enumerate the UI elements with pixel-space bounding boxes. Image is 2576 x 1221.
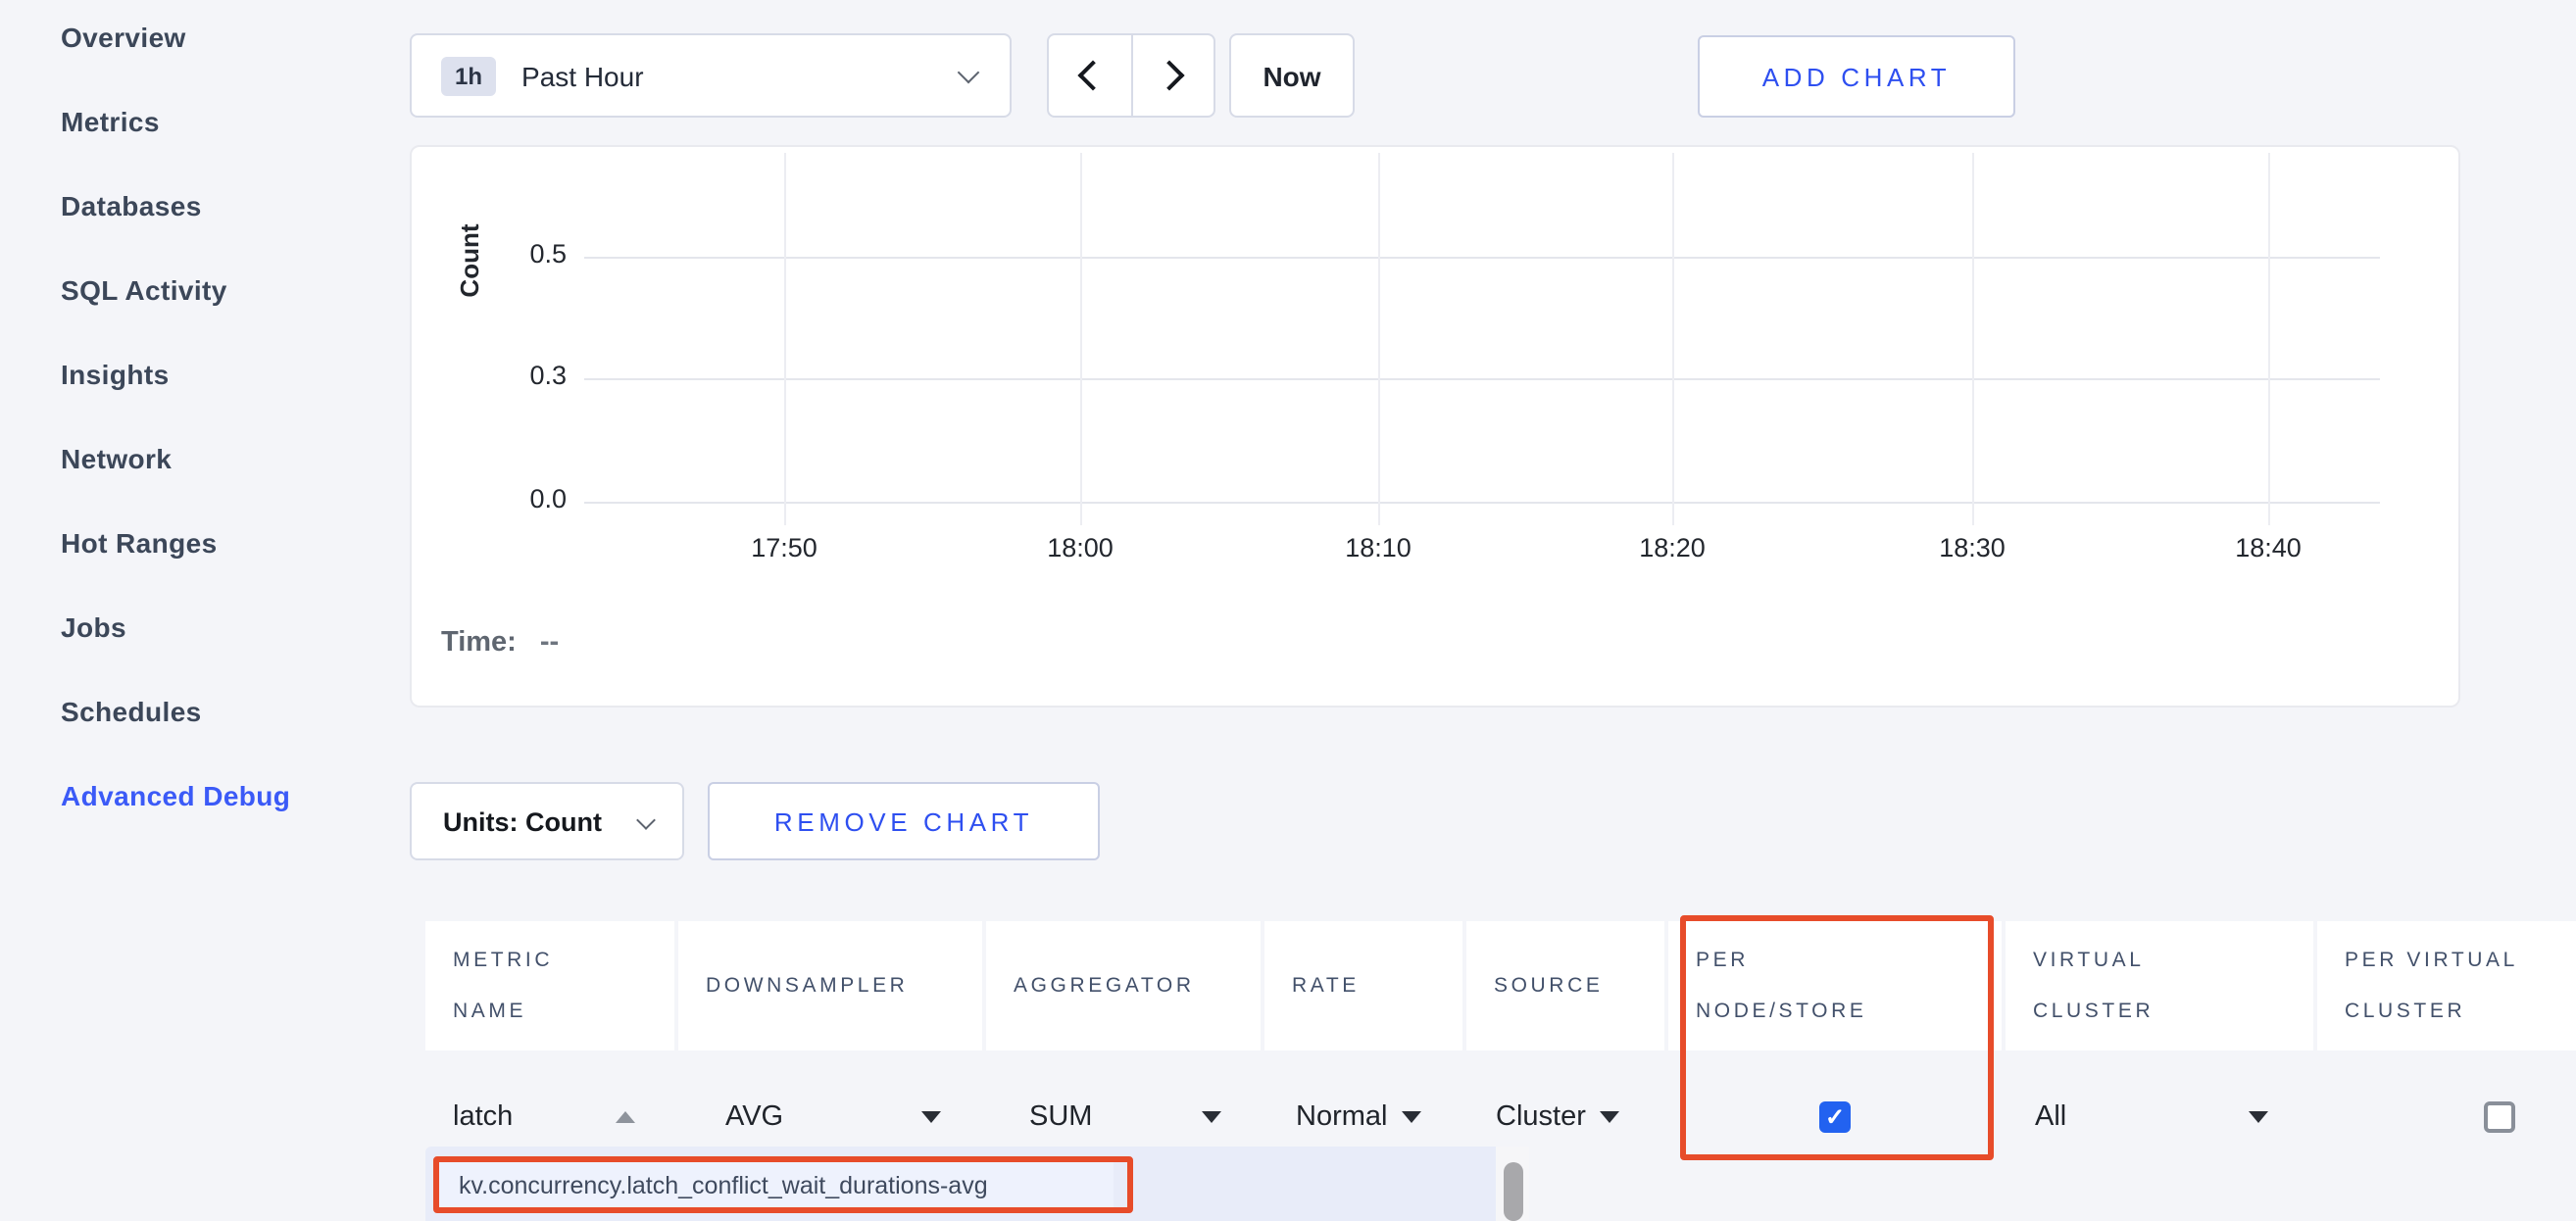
caret-up-icon bbox=[616, 1111, 635, 1123]
sidebar-nav: Overview Metrics Databases SQL Activity … bbox=[61, 0, 394, 837]
time-readout-label: Time: bbox=[441, 627, 517, 659]
sidebar-item-insights[interactable]: Insights bbox=[61, 331, 394, 415]
units-dropdown-label: Units: Count bbox=[443, 806, 602, 836]
remove-chart-button[interactable]: REMOVE CHART bbox=[708, 782, 1100, 860]
chart-card: Count 0.5 0.3 0.0 17:50 18:00 18:10 18:2… bbox=[410, 145, 2460, 708]
aggregator-cell: SUM bbox=[986, 1082, 1261, 1152]
chevron-down-icon bbox=[636, 810, 656, 830]
rate-select[interactable]: Normal bbox=[1296, 1101, 1387, 1133]
chevron-down-icon bbox=[958, 62, 980, 84]
caret-down-icon bbox=[2249, 1111, 2268, 1123]
time-readout-value: -- bbox=[540, 627, 559, 659]
gridline-horizontal bbox=[584, 378, 2380, 380]
caret-down-icon bbox=[1600, 1111, 1619, 1123]
x-tick-1810: 18:10 bbox=[1319, 533, 1437, 562]
sidebar-item-schedules[interactable]: Schedules bbox=[61, 668, 394, 753]
caret-down-icon bbox=[1401, 1111, 1420, 1123]
x-tick-1750: 17:50 bbox=[725, 533, 843, 562]
virtual-cluster-select[interactable]: All bbox=[2035, 1101, 2066, 1133]
column-header-virtual-cluster: VIRTUAL CLUSTER bbox=[2006, 921, 2313, 1050]
sidebar-item-sql-activity[interactable]: SQL Activity bbox=[61, 247, 394, 331]
downsampler-cell: AVG bbox=[678, 1082, 982, 1152]
y-tick-0-5: 0.5 bbox=[488, 239, 567, 269]
x-tick-1820: 18:20 bbox=[1613, 533, 1731, 562]
gridline-vertical bbox=[1672, 153, 1674, 525]
source-select[interactable]: Cluster bbox=[1496, 1101, 1586, 1133]
column-header-per-virtual-cluster: PER VIRTUAL CLUSTER bbox=[2317, 921, 2576, 1050]
column-header-downsampler: DOWNSAMPLER bbox=[678, 921, 982, 1050]
caret-down-icon bbox=[1202, 1111, 1221, 1123]
time-step-buttons bbox=[1047, 33, 1215, 118]
sidebar-item-advanced-debug[interactable]: Advanced Debug bbox=[61, 753, 394, 837]
sidebar-item-overview[interactable]: Overview bbox=[61, 0, 394, 78]
column-header-rate: RATE bbox=[1264, 921, 1462, 1050]
chevron-left-icon bbox=[1077, 60, 1108, 90]
next-time-button[interactable] bbox=[1130, 35, 1214, 116]
now-button[interactable]: Now bbox=[1229, 33, 1355, 118]
gridline-vertical bbox=[1378, 153, 1380, 525]
caret-down-icon bbox=[921, 1111, 941, 1123]
sidebar-item-metrics[interactable]: Metrics bbox=[61, 78, 394, 163]
rate-cell: Normal bbox=[1264, 1082, 1462, 1152]
downsampler-select[interactable]: AVG bbox=[725, 1101, 783, 1133]
gridline-vertical bbox=[1080, 153, 1082, 525]
sidebar-item-jobs[interactable]: Jobs bbox=[61, 584, 394, 668]
x-tick-1830: 18:30 bbox=[1913, 533, 2031, 562]
column-header-metric-name: METRIC NAME bbox=[425, 921, 674, 1050]
chevron-right-icon bbox=[1155, 60, 1185, 90]
x-tick-1840: 18:40 bbox=[2209, 533, 2327, 562]
gridline-horizontal bbox=[584, 257, 2380, 259]
per-virtual-cluster-cell bbox=[2317, 1082, 2576, 1152]
dropdown-scrollbar-thumb[interactable] bbox=[1504, 1162, 1523, 1221]
metric-table-header: METRIC NAME DOWNSAMPLER AGGREGATOR RATE … bbox=[425, 921, 2576, 1050]
time-range-badge: 1h bbox=[441, 56, 496, 95]
y-tick-0-3: 0.3 bbox=[488, 361, 567, 390]
per-virtual-cluster-checkbox[interactable] bbox=[2484, 1101, 2515, 1133]
x-tick-1800: 18:00 bbox=[1021, 533, 1139, 562]
add-chart-button[interactable]: ADD CHART bbox=[1698, 35, 2015, 118]
y-tick-0-0: 0.0 bbox=[488, 484, 567, 513]
column-header-aggregator: AGGREGATOR bbox=[986, 921, 1261, 1050]
column-header-source: SOURCE bbox=[1466, 921, 1664, 1050]
time-range-label: Past Hour bbox=[521, 60, 644, 91]
time-range-selector[interactable]: 1h Past Hour bbox=[410, 33, 1012, 118]
metric-name-cell: latch bbox=[425, 1082, 674, 1152]
units-dropdown[interactable]: Units: Count bbox=[410, 782, 684, 860]
virtual-cluster-cell: All bbox=[2006, 1082, 2313, 1152]
sidebar-item-hot-ranges[interactable]: Hot Ranges bbox=[61, 500, 394, 584]
metric-name-input[interactable]: latch bbox=[453, 1101, 513, 1133]
aggregator-select[interactable]: SUM bbox=[1029, 1101, 1092, 1133]
gridline-vertical bbox=[1972, 153, 1974, 525]
annotation-box-per-node-store bbox=[1680, 915, 1994, 1160]
gridline-vertical bbox=[784, 153, 786, 525]
time-readout: Time: -- bbox=[441, 627, 559, 659]
sidebar-item-network[interactable]: Network bbox=[61, 415, 394, 500]
metric-table-row: latch AVG SUM Normal Cluster ✓ All bbox=[425, 1082, 2576, 1152]
gridline-vertical bbox=[2268, 153, 2270, 525]
source-cell: Cluster bbox=[1466, 1082, 1664, 1152]
gridline-horizontal bbox=[584, 502, 2380, 504]
sidebar-item-databases[interactable]: Databases bbox=[61, 163, 394, 247]
annotation-box-suggestion bbox=[433, 1156, 1133, 1213]
custom-chart-page: Overview Metrics Databases SQL Activity … bbox=[0, 0, 2576, 1221]
prev-time-button[interactable] bbox=[1049, 35, 1130, 116]
